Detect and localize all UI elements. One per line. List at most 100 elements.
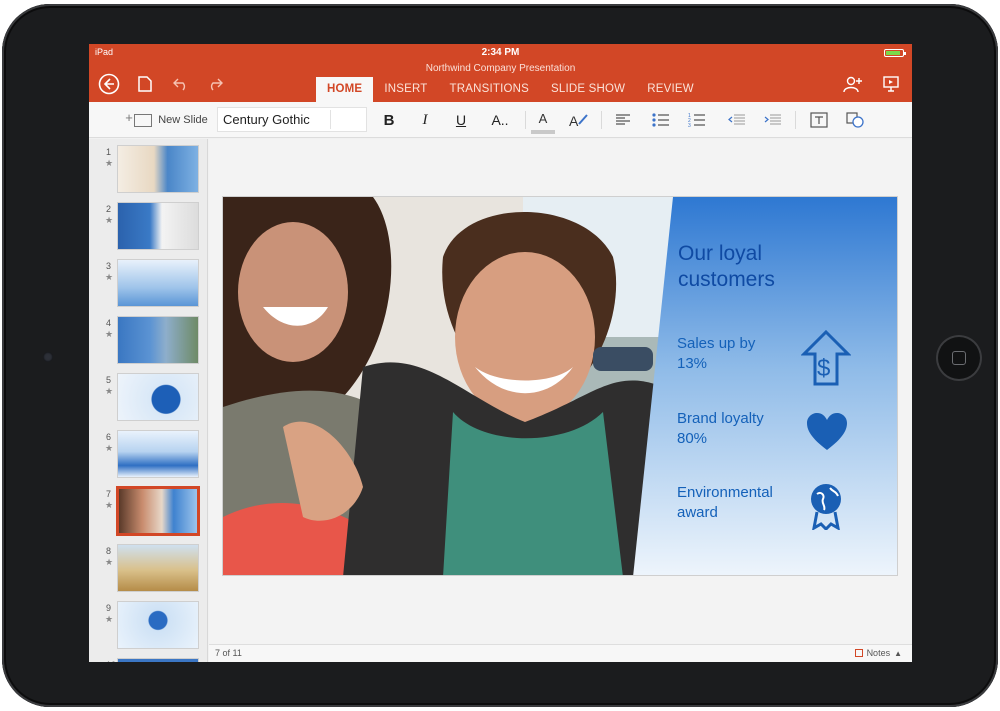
slide-thumb-3[interactable]: 3 ★ xyxy=(89,257,207,313)
thumb-number: 5 xyxy=(106,375,112,385)
notes-button[interactable]: Notes ▲ xyxy=(854,648,902,658)
chevron-up-icon: ▲ xyxy=(894,648,902,658)
thumb-number: 9 xyxy=(106,603,112,613)
notes-label: Notes xyxy=(866,648,891,658)
svg-text:A: A xyxy=(569,113,579,128)
thumb-preview xyxy=(117,601,199,649)
home-button[interactable] xyxy=(936,335,982,381)
shapes-icon[interactable] xyxy=(843,102,867,138)
thumb-preview xyxy=(117,145,199,193)
font-name-field[interactable]: Century Gothic xyxy=(217,107,367,132)
present-icon[interactable] xyxy=(879,72,903,96)
file-icon[interactable] xyxy=(133,72,157,96)
thumb-number: 10 xyxy=(106,660,116,662)
tab-review[interactable]: REVIEW xyxy=(636,77,705,102)
home-toolbar: New Slide Century Gothic B I U A.. A A 1… xyxy=(89,102,912,138)
back-icon[interactable] xyxy=(97,72,121,96)
slide-title: Our loyal customers xyxy=(678,241,775,293)
increase-indent-icon[interactable] xyxy=(761,102,785,138)
slide-thumb-6[interactable]: 6 ★ xyxy=(89,428,207,484)
star-icon: ★ xyxy=(105,443,114,453)
slide-thumb-2[interactable]: 2 ★ xyxy=(89,200,207,256)
thumb-number: 8 xyxy=(106,546,112,556)
thumb-number: 3 xyxy=(106,261,112,271)
new-slide-icon xyxy=(125,110,153,127)
star-icon: ★ xyxy=(105,215,114,225)
slide-thumb-1[interactable]: 1 ★ xyxy=(89,143,207,199)
align-left-icon[interactable] xyxy=(611,102,635,138)
thumb-number: 7 xyxy=(106,489,112,499)
thumb-preview xyxy=(117,658,199,662)
bold-button[interactable]: B xyxy=(377,102,401,138)
star-icon: ★ xyxy=(105,272,114,282)
tab-insert[interactable]: INSERT xyxy=(373,77,438,102)
tab-home[interactable]: HOME xyxy=(316,77,374,102)
heart-icon xyxy=(806,412,848,457)
thumb-number: 4 xyxy=(106,318,112,328)
slide-thumb-5[interactable]: 5 ★ xyxy=(89,371,207,427)
star-icon: ★ xyxy=(105,614,114,624)
current-slide[interactable]: Our loyal customers Sales up by 13% Bran… xyxy=(222,196,898,576)
bullets-icon[interactable] xyxy=(649,102,673,138)
dollar-arrow-icon: $ xyxy=(800,329,852,391)
loyalty-line2: 80% xyxy=(677,430,708,447)
thumb-preview xyxy=(117,373,199,421)
battery-icon xyxy=(884,49,906,57)
sales-line1: Sales up by xyxy=(677,335,756,352)
svg-text:3: 3 xyxy=(688,123,691,127)
star-icon: ★ xyxy=(105,386,114,396)
decrease-indent-icon[interactable] xyxy=(725,102,749,138)
loyalty-line1: Brand loyalty xyxy=(677,410,764,427)
italic-button[interactable]: I xyxy=(413,102,437,138)
slide-item-award: Environmental award xyxy=(677,483,773,523)
new-slide-button[interactable]: New Slide xyxy=(125,102,211,138)
globe-award-icon xyxy=(808,482,844,535)
slide-thumb-7[interactable]: 7 ★ xyxy=(89,485,207,541)
slide-editor: Our loyal customers Sales up by 13% Bran… xyxy=(209,139,912,644)
font-size-button[interactable]: A.. xyxy=(485,102,515,138)
front-camera xyxy=(43,352,53,362)
award-line2: award xyxy=(677,504,718,521)
powerpoint-screen: iPad 2:34 PM Northwind Company Presentat… xyxy=(89,44,912,662)
star-icon: ★ xyxy=(105,557,114,567)
slide-thumb-10[interactable]: 10 xyxy=(89,656,207,662)
redo-icon[interactable] xyxy=(203,72,227,96)
thumb-preview-selected xyxy=(116,486,200,536)
slide-title-line1: Our loyal xyxy=(678,242,763,265)
text-effects-icon[interactable]: A xyxy=(567,102,591,138)
new-slide-label: New Slide xyxy=(158,114,208,126)
clock: 2:34 PM xyxy=(481,47,520,58)
slide-thumbnail-pane: 1 ★ 2 ★ 3 ★ 4 ★ 5 ★ 6 ★ 7 ★ 8 ★ 9 ★ xyxy=(89,139,208,662)
tab-transitions[interactable]: TRANSITIONS xyxy=(438,77,540,102)
thumb-preview xyxy=(117,259,199,307)
award-line1: Environmental xyxy=(677,484,773,501)
slide-thumb-8[interactable]: 8 ★ xyxy=(89,542,207,598)
share-person-icon[interactable] xyxy=(841,72,865,96)
thumb-number: 1 xyxy=(106,147,112,157)
slide-item-loyalty: Brand loyalty 80% xyxy=(677,409,764,449)
slide-title-line2: customers xyxy=(678,268,775,291)
status-bar: iPad 2:34 PM xyxy=(89,44,912,60)
slide-thumb-9[interactable]: 9 ★ xyxy=(89,599,207,655)
font-color-button[interactable]: A xyxy=(531,106,555,134)
font-name-value: Century Gothic xyxy=(223,112,310,127)
notes-icon xyxy=(854,649,863,657)
slide-item-sales: Sales up by 13% xyxy=(677,334,755,374)
thumb-preview xyxy=(117,316,199,364)
numbering-icon[interactable]: 123 xyxy=(685,102,709,138)
tab-slide-show[interactable]: SLIDE SHOW xyxy=(540,77,636,102)
ribbon-bar: iPad 2:34 PM Northwind Company Presentat… xyxy=(89,44,912,102)
star-icon: ★ xyxy=(105,500,114,510)
status-footer: 7 of 11 Notes ▲ xyxy=(209,644,912,662)
thumb-number: 2 xyxy=(106,204,112,214)
thumb-preview xyxy=(117,202,199,250)
sales-line2: 13% xyxy=(677,355,708,372)
thumb-preview xyxy=(117,544,199,592)
underline-button[interactable]: U xyxy=(449,102,473,138)
text-box-icon[interactable] xyxy=(807,102,831,138)
star-icon: ★ xyxy=(105,158,114,168)
ribbon-tabs: HOME INSERT TRANSITIONS SLIDE SHOW REVIE… xyxy=(316,77,705,102)
slide-thumb-4[interactable]: 4 ★ xyxy=(89,314,207,370)
thumb-preview xyxy=(117,430,199,478)
undo-icon[interactable] xyxy=(169,72,193,96)
